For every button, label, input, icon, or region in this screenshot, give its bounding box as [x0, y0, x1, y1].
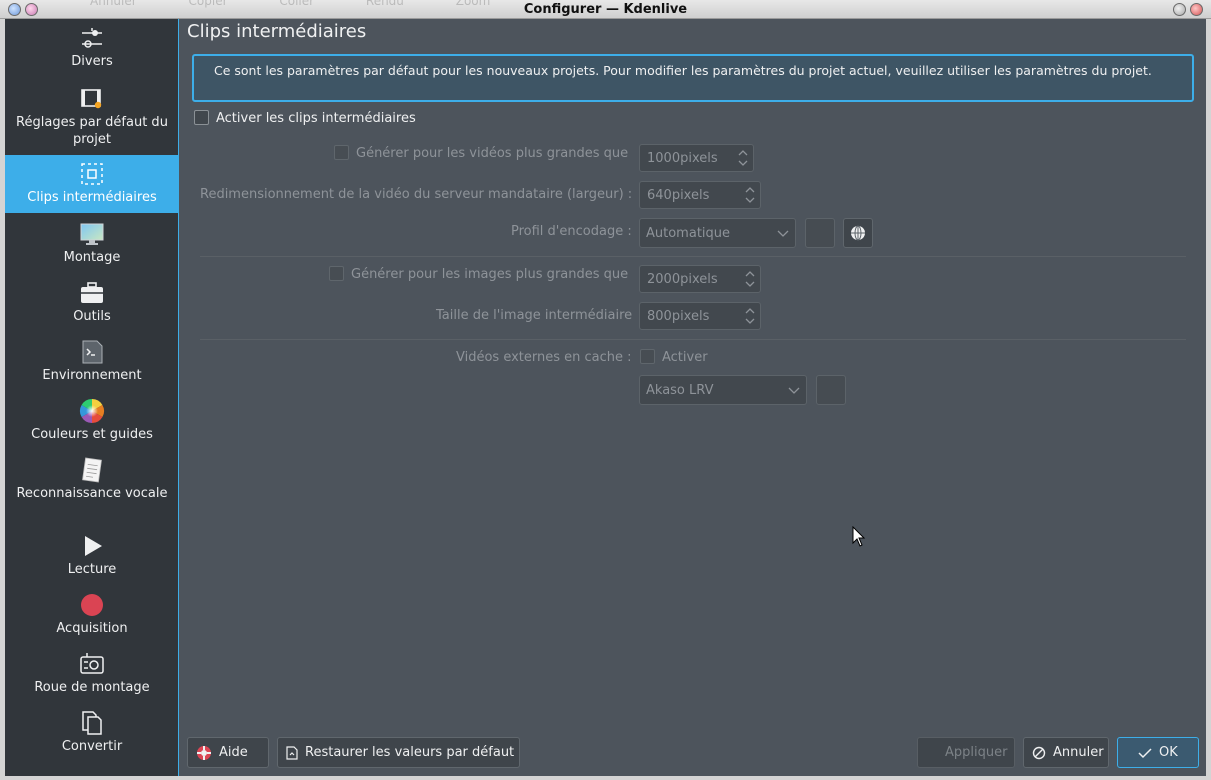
image-threshold-value: 2000pixels: [647, 272, 718, 287]
apply-button[interactable]: Appliquer: [917, 737, 1015, 768]
sliders-icon: [82, 28, 102, 48]
document-revert-icon: [286, 745, 298, 760]
external-cache-label: Vidéos externes en cache :: [456, 350, 632, 365]
sidebar-item-environnement[interactable]: Environnement: [5, 339, 179, 393]
info-message: Ce sont les paramètres par défaut pour l…: [192, 54, 1194, 102]
encoding-profile-label: Profil d'encodage :: [511, 224, 632, 239]
sidebar-item-label: Roue de montage: [34, 680, 150, 695]
sidebar-item-label: Montage: [63, 250, 121, 265]
sidebar-item-jog-wheel[interactable]: Roue de montage: [5, 651, 179, 705]
video-threshold-value: 1000pixels: [647, 151, 718, 166]
cancel-button[interactable]: Annuler: [1023, 737, 1109, 768]
external-profile-select[interactable]: Akaso LRV: [639, 375, 807, 405]
image-size-value: 800pixels: [647, 309, 710, 324]
window-title: Configurer — Kdenlive: [523, 2, 688, 17]
color-wheel-icon: [79, 399, 105, 423]
sidebar-item-label: Réglages par défaut du projet: [16, 115, 168, 147]
sidebar-item-outils[interactable]: Outils: [5, 280, 179, 334]
notepad-icon: [82, 457, 102, 483]
sidebar-item-divers[interactable]: Divers: [5, 25, 179, 79]
cancel-icon: [1032, 746, 1046, 760]
enable-proxy-label: Activer les clips intermédiaires: [216, 111, 416, 126]
sidebar-item-montage[interactable]: Montage: [5, 221, 179, 275]
chevron-down-icon: [788, 387, 800, 394]
external-cache-checkbox[interactable]: [640, 349, 655, 364]
page-title: Clips intermédiaires: [187, 21, 367, 42]
spin-arrows-icon[interactable]: [737, 148, 749, 168]
image-threshold-checkbox[interactable]: [329, 266, 344, 281]
settings-sidebar: Divers Réglages par défaut du projet Cli…: [5, 19, 179, 776]
image-threshold-label: Générer pour les images plus grandes que: [351, 267, 629, 282]
chevron-down-icon: [777, 230, 789, 237]
ok-button-label: OK: [1159, 745, 1178, 760]
sidebar-item-project-defaults[interactable]: Réglages par défaut du projet: [5, 86, 179, 154]
enable-proxy-checkbox[interactable]: [194, 110, 209, 125]
copy-icon: [82, 711, 102, 735]
settings-page: Clips intermédiaires Ce sont les paramèt…: [180, 19, 1206, 776]
external-cache-checkbox-label: Activer: [662, 350, 708, 365]
edit-external-profile-button[interactable]: [816, 375, 846, 405]
separator: [200, 256, 1186, 257]
download-profiles-button[interactable]: [843, 218, 873, 248]
dialog-body: Divers Réglages par défaut du projet Cli…: [5, 19, 1206, 776]
sidebar-item-label: Couleurs et guides: [31, 427, 153, 442]
help-button[interactable]: Aide: [187, 737, 269, 768]
encoding-profile-select[interactable]: Automatique: [639, 218, 796, 248]
sidebar-item-label: Divers: [71, 54, 113, 69]
video-threshold-spinbox[interactable]: 1000pixels: [639, 144, 754, 172]
sidebar-item-acquisition[interactable]: Acquisition: [5, 592, 179, 646]
ok-button[interactable]: OK: [1117, 737, 1199, 768]
monitor-icon: [80, 223, 104, 245]
record-icon: [81, 594, 103, 616]
toolbox-icon: [81, 282, 103, 303]
spin-arrows-icon[interactable]: [744, 269, 756, 289]
video-threshold-checkbox[interactable]: [334, 145, 349, 160]
sidebar-item-label: Reconnaissance vocale: [16, 486, 168, 501]
jog-wheel-icon: [80, 653, 104, 674]
image-size-label: Taille de l'image intermédiaire: [436, 308, 633, 323]
sidebar-item-proxy-clips[interactable]: Clips intermédiaires: [5, 155, 179, 213]
sidebar-item-label: Environnement: [42, 368, 142, 383]
globe-icon: [851, 225, 865, 241]
help-button-label: Aide: [219, 745, 248, 760]
play-icon: [85, 536, 102, 556]
config-window: Annuler Copier Coller Rendu Zoom Configu…: [0, 0, 1211, 780]
sidebar-item-lecture[interactable]: Lecture: [5, 533, 179, 587]
edit-profile-button[interactable]: [805, 218, 835, 248]
cancel-button-label: Annuler: [1053, 745, 1104, 760]
sidebar-item-speech-recognition[interactable]: Reconnaissance vocale: [5, 457, 179, 525]
help-lifebuoy-icon: [196, 745, 212, 761]
video-threshold-label: Générer pour les vidéos plus grandes que: [356, 146, 629, 161]
apply-button-label: Appliquer: [945, 745, 1008, 760]
proxy-resize-label: Redimensionnement de la vidéo du serveur…: [200, 187, 633, 202]
sidebar-item-label: Convertir: [61, 739, 123, 754]
image-threshold-spinbox[interactable]: 2000pixels: [639, 265, 761, 293]
checkmark-icon: [1138, 747, 1152, 759]
sidebar-item-colors-guides[interactable]: Couleurs et guides: [5, 398, 179, 452]
mouse-cursor-icon: [852, 526, 866, 547]
image-size-spinbox[interactable]: 800pixels: [639, 302, 761, 330]
film-settings-icon: [81, 89, 102, 109]
proxy-resize-value: 640pixels: [647, 188, 710, 203]
proxy-clips-icon: [81, 163, 103, 185]
sidebar-item-label: Outils: [73, 309, 111, 324]
terminal-icon: [82, 340, 103, 364]
encoding-profile-value: Automatique: [646, 226, 731, 241]
sidebar-item-label: Lecture: [67, 562, 117, 577]
external-profile-value: Akaso LRV: [646, 383, 714, 398]
separator: [200, 339, 1186, 340]
window-maximize-button[interactable]: [1173, 3, 1186, 16]
spin-arrows-icon[interactable]: [744, 185, 756, 205]
proxy-resize-spinbox[interactable]: 640pixels: [639, 181, 761, 209]
restore-defaults-label: Restaurer les valeurs par défaut: [305, 745, 515, 760]
sidebar-item-convertir[interactable]: Convertir: [5, 710, 179, 764]
title-bar: Annuler Copier Coller Rendu Zoom Configu…: [0, 0, 1211, 19]
sidebar-item-label: Acquisition: [56, 621, 128, 636]
restore-defaults-button[interactable]: Restaurer les valeurs par défaut: [277, 737, 520, 768]
spin-arrows-icon[interactable]: [744, 306, 756, 326]
window-close-button[interactable]: [1190, 3, 1203, 16]
sidebar-item-label: Clips intermédiaires: [27, 190, 157, 205]
